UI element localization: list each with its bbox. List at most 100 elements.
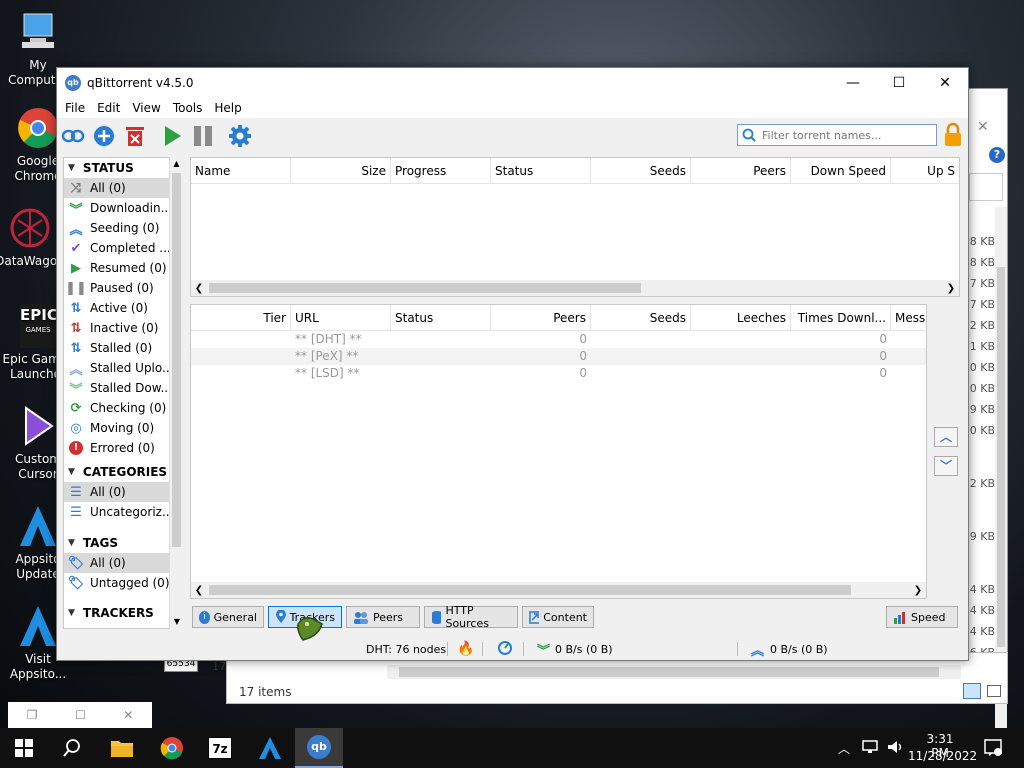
tracker-row-dht[interactable]: ** [DHT] ** 0 0	[191, 331, 926, 348]
sidebar-scrollbar[interactable]: ▲ ▼	[169, 157, 183, 629]
filter-torrent-input[interactable]: Filter torrent names...	[737, 124, 937, 146]
tracker-row-pex[interactable]: ** [PeX] ** 0 0	[191, 348, 926, 365]
status-active[interactable]: ⇅ Active (0)	[64, 298, 182, 318]
resume-button[interactable]	[160, 124, 184, 148]
options-button[interactable]	[228, 124, 252, 148]
taskbar-7zip[interactable]: 7z	[196, 728, 244, 768]
minimize-button[interactable]: —	[830, 68, 876, 98]
column-status[interactable]: Status	[391, 305, 491, 330]
maximize-button[interactable]: ☐	[876, 68, 922, 98]
large-icons-view-icon[interactable]	[987, 685, 1001, 697]
status-stalled-downloading[interactable]: ︾ Stalled Dow...	[64, 378, 182, 398]
status-seeding[interactable]: ︽ Seeding (0)	[64, 218, 182, 238]
column-status[interactable]: Status	[491, 158, 591, 183]
chevron-left-icon[interactable]: ❮	[191, 585, 207, 596]
categories-section-header[interactable]: ▼ CATEGORIES	[64, 462, 182, 482]
tray-chevron-up-icon[interactable]: ︿	[838, 740, 850, 757]
status-moving[interactable]: ◎ Moving (0)	[64, 418, 182, 438]
status-all[interactable]: ⤨ All (0)	[64, 178, 182, 198]
tab-peers[interactable]: Peers	[346, 606, 420, 628]
status-stalled-uploading[interactable]: ︽ Stalled Uplo...	[64, 358, 182, 378]
chevron-right-icon[interactable]: ❯	[910, 585, 926, 596]
status-stalled[interactable]: ⇅ Stalled (0)	[64, 338, 182, 358]
torrent-list-hscroll[interactable]: ❮ ❯	[191, 280, 959, 296]
taskbar-qbittorrent[interactable]: qb	[295, 728, 343, 768]
column-size[interactable]: Size	[291, 158, 391, 183]
tracker-row-lsd[interactable]: ** [LSD] ** 0 0	[191, 365, 926, 382]
status-section-header[interactable]: ▼ STATUS	[64, 158, 182, 178]
menu-edit[interactable]: Edit	[91, 101, 126, 115]
category-all[interactable]: ☰ All (0)	[64, 482, 182, 502]
tags-section-header[interactable]: ▼ TAGS	[64, 533, 182, 553]
column-down-speed[interactable]: Down Speed	[791, 158, 891, 183]
lock-icon[interactable]	[941, 122, 965, 148]
column-name[interactable]: Name	[191, 158, 291, 183]
restore-icon[interactable]: ❐	[27, 708, 38, 722]
chevron-down-icon[interactable]: ▼	[170, 615, 184, 629]
column-url[interactable]: URL	[291, 305, 391, 330]
column-times-downloaded[interactable]: Times Downl...	[791, 305, 891, 330]
tab-general[interactable]: i General	[192, 606, 264, 628]
close-icon[interactable]: ✕	[123, 708, 133, 722]
taskbar-chrome[interactable]	[148, 728, 196, 768]
speed-limit-icon[interactable]	[498, 640, 512, 658]
pause-button[interactable]	[191, 124, 215, 148]
chevron-left-icon[interactable]: ❮	[191, 283, 207, 294]
scroll-thumb[interactable]	[209, 283, 641, 293]
tab-http-sources[interactable]: HTTP Sources	[424, 604, 518, 630]
scroll-thumb[interactable]	[172, 173, 181, 547]
start-button[interactable]	[0, 728, 48, 768]
move-tracker-up-button[interactable]: ︿	[934, 427, 958, 447]
delete-torrent-button[interactable]	[123, 124, 147, 148]
add-torrent-link-button[interactable]	[61, 124, 85, 148]
column-up-speed[interactable]: Up S	[891, 158, 959, 183]
maximize-icon[interactable]: ☐	[75, 708, 86, 722]
column-leeches[interactable]: Leeches	[691, 305, 791, 330]
status-completed[interactable]: ✔ Completed ...	[64, 238, 182, 258]
column-message[interactable]: Messa	[891, 305, 926, 330]
search-button[interactable]	[48, 728, 96, 768]
status-inactive[interactable]: ⇅ Inactive (0)	[64, 318, 182, 338]
category-uncategorized[interactable]: ☰ Uncategoriz...	[64, 502, 182, 522]
network-icon[interactable]	[862, 739, 880, 758]
scroll-thumb[interactable]	[209, 585, 851, 595]
trackers-section-header[interactable]: ▼ TRACKERS	[64, 603, 182, 623]
column-seeds[interactable]: Seeds	[591, 158, 691, 183]
notification-icon[interactable]	[984, 739, 1002, 760]
speed-button[interactable]: Speed	[886, 606, 958, 628]
tab-content[interactable]: Content	[522, 606, 594, 628]
menu-help[interactable]: Help	[208, 101, 247, 115]
fire-icon[interactable]: 🔥	[457, 641, 474, 657]
status-downloading[interactable]: ︾ Downloadin...	[64, 198, 182, 218]
scroll-thumb[interactable]	[399, 667, 939, 677]
details-view-icon[interactable]	[963, 683, 981, 699]
status-resumed[interactable]: ▶ Resumed (0)	[64, 258, 182, 278]
column-seeds[interactable]: Seeds	[591, 305, 691, 330]
trackers-table[interactable]: Tier URL Status Peers Seeds Leeches Time…	[190, 304, 927, 599]
chevron-up-icon[interactable]: ▲	[170, 157, 183, 171]
add-torrent-file-button[interactable]	[92, 124, 116, 148]
clock-date[interactable]: 11/28/2022	[908, 749, 977, 763]
column-peers[interactable]: Peers	[491, 305, 591, 330]
scroll-thumb[interactable]	[997, 267, 1005, 647]
menu-file[interactable]: File	[59, 101, 91, 115]
background-hscroll[interactable]	[387, 665, 961, 679]
status-checking[interactable]: ⟳ Checking (0)	[64, 398, 182, 418]
title-bar[interactable]: qb qBittorrent v4.5.0 — ☐ ✕	[57, 68, 968, 98]
menu-tools[interactable]: Tools	[167, 101, 209, 115]
tag-untagged[interactable]: 🏷 Untagged (0)	[64, 573, 182, 593]
column-tier[interactable]: Tier	[191, 305, 291, 330]
column-progress[interactable]: Progress	[391, 158, 491, 183]
move-tracker-down-button[interactable]: ﹀	[934, 456, 958, 476]
tag-all[interactable]: 🏷 All (0)	[64, 553, 182, 573]
background-close-icon[interactable]: ✕	[977, 119, 989, 135]
column-peers[interactable]: Peers	[691, 158, 791, 183]
trackers-hscroll[interactable]: ❮ ❯	[191, 582, 926, 598]
close-button[interactable]: ✕	[922, 68, 968, 98]
menu-view[interactable]: View	[126, 101, 166, 115]
chevron-right-icon[interactable]: ❯	[943, 283, 959, 294]
taskbar-file-explorer[interactable]	[98, 728, 146, 768]
taskbar-appsito[interactable]	[246, 728, 294, 768]
help-icon[interactable]: ?	[989, 147, 1005, 163]
status-paused[interactable]: ❚❚ Paused (0)	[64, 278, 182, 298]
